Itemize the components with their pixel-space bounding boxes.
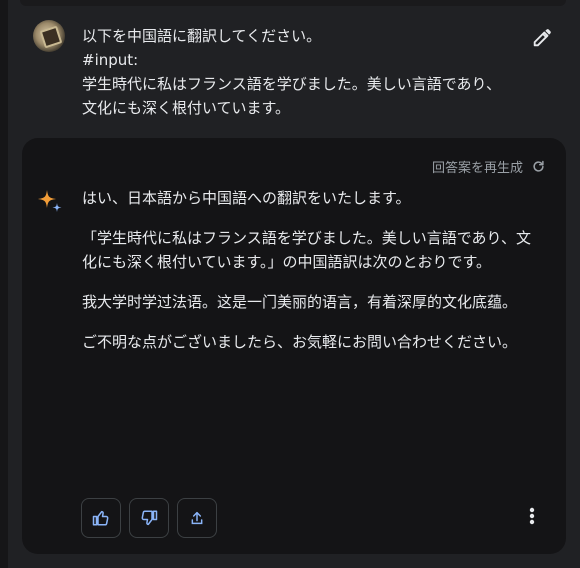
- user-avatar: [33, 20, 65, 52]
- sparkle-icon: [38, 190, 62, 212]
- edit-prompt-button[interactable]: [526, 22, 558, 54]
- response-paragraph: ご不明な点がございましたら、お気軽にお問い合わせください。: [82, 333, 518, 351]
- model-response-card: 回答案を再生成 はい、日本語から中国語への翻訳をいたします。 「学生時代に私はフ…: [22, 138, 566, 554]
- share-button[interactable]: [177, 498, 217, 538]
- response-text: はい、日本語から中国語への翻訳をいたします。 「学生時代に私はフランス語を学びま…: [82, 186, 532, 370]
- user-prompt-text: 以下を中国語に翻訳してください。 #input: 学生時代に私はフランス語を学び…: [82, 27, 501, 117]
- response-paragraph: はい、日本語から中国語への翻訳をいたします。: [82, 189, 411, 207]
- response-actions: [81, 498, 217, 538]
- thumbs-down-icon: [141, 510, 158, 526]
- previous-message-edge: [20, 0, 566, 6]
- refresh-icon: [533, 160, 544, 172]
- thumbs-down-button[interactable]: [129, 498, 169, 538]
- left-panel-edge: [0, 0, 8, 568]
- user-message: 以下を中国語に翻訳してください。 #input: 学生時代に私はフランス語を学び…: [30, 18, 560, 128]
- thumbs-up-icon: [92, 510, 109, 526]
- regenerate-label: 回答案を再生成: [431, 160, 523, 176]
- thumbs-up-button[interactable]: [81, 498, 121, 538]
- response-paragraph: 「学生時代に私はフランス語を学びました。美しい言語であり、文化にも深く根付いてい…: [82, 229, 531, 271]
- regenerate-drafts-button[interactable]: 回答案を再生成: [432, 156, 546, 176]
- pencil-icon: [533, 29, 551, 47]
- response-paragraph: 我大学时学过法语。这是一门美丽的语言，有着深厚的文化底蕴。: [82, 293, 518, 311]
- more-vert-icon: [529, 507, 535, 525]
- more-options-button[interactable]: [520, 504, 544, 528]
- share-icon: [191, 511, 203, 525]
